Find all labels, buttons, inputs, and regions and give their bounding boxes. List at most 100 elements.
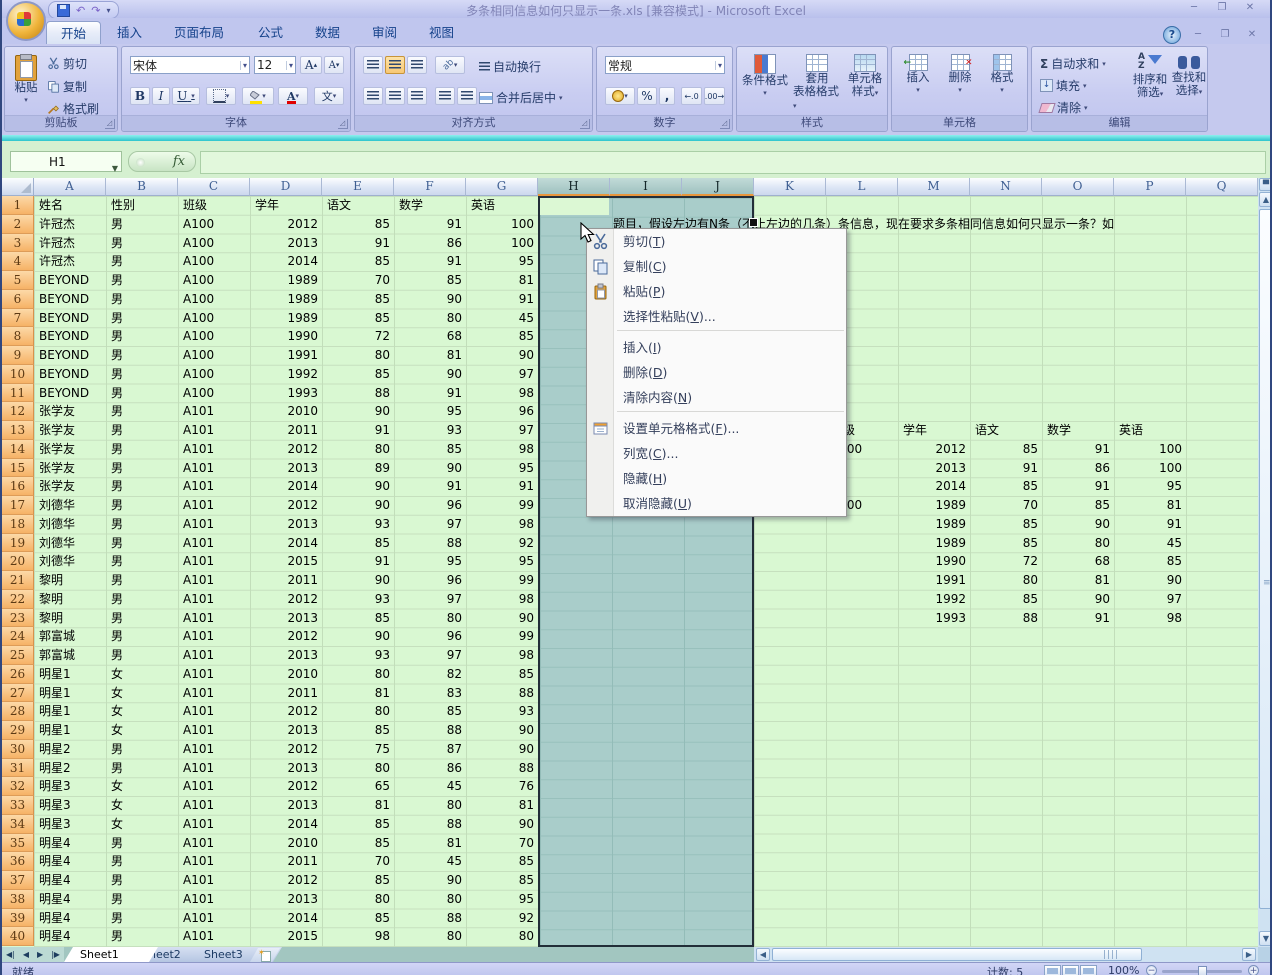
cell-D19[interactable]: 2014 <box>251 534 322 553</box>
cell-G4[interactable]: 95 <box>467 252 538 271</box>
cell-P18[interactable]: 91 <box>1115 515 1186 534</box>
cell-B37[interactable]: 男 <box>107 871 178 890</box>
cell-C17[interactable]: A101 <box>179 496 250 515</box>
row-header-15[interactable]: 15 <box>2 459 34 478</box>
cell-C16[interactable]: A101 <box>179 477 250 496</box>
cell-E4[interactable]: 85 <box>323 252 394 271</box>
column-header-L[interactable]: L <box>826 178 898 196</box>
row-header-13[interactable]: 13 <box>2 421 34 440</box>
cell-B35[interactable]: 男 <box>107 834 178 853</box>
cell-E31[interactable]: 80 <box>323 759 394 778</box>
cell-M23[interactable]: 1993 <box>899 609 970 628</box>
row-header-26[interactable]: 26 <box>2 665 34 684</box>
cell-D4[interactable]: 2014 <box>251 252 322 271</box>
cell-G15[interactable]: 95 <box>467 459 538 478</box>
row-header-10[interactable]: 10 <box>2 365 34 384</box>
cell-G21[interactable]: 99 <box>467 571 538 590</box>
cell-D30[interactable]: 2012 <box>251 740 322 759</box>
cell-A24[interactable]: 郭富城 <box>35 627 106 646</box>
cell-P13[interactable]: 英语 <box>1115 421 1186 440</box>
cell-D3[interactable]: 2013 <box>251 234 322 253</box>
cell-A4[interactable]: 许冠杰 <box>35 252 106 271</box>
shrink-font-button[interactable]: A▾ <box>324 56 344 74</box>
cell-E11[interactable]: 88 <box>323 384 394 403</box>
cell-E10[interactable]: 85 <box>323 365 394 384</box>
cell-F28[interactable]: 85 <box>395 702 466 721</box>
orientation-button[interactable]: ab▾ <box>435 56 465 74</box>
cell-D31[interactable]: 2013 <box>251 759 322 778</box>
insert-cells-button[interactable]: ← 插入▾ <box>898 54 938 97</box>
row-header-21[interactable]: 21 <box>2 571 34 590</box>
cell-A25[interactable]: 郭富城 <box>35 646 106 665</box>
cell-F15[interactable]: 90 <box>395 459 466 478</box>
cell-G17[interactable]: 99 <box>467 496 538 515</box>
cell-A27[interactable]: 明星1 <box>35 684 106 703</box>
cell-G7[interactable]: 45 <box>467 309 538 328</box>
cell-C34[interactable]: A101 <box>179 815 250 834</box>
cell-C7[interactable]: A100 <box>179 309 250 328</box>
cell-C20[interactable]: A101 <box>179 552 250 571</box>
cell-N14[interactable]: 85 <box>971 440 1042 459</box>
row-header-11[interactable]: 11 <box>2 384 34 403</box>
cell-F2[interactable]: 91 <box>395 215 466 234</box>
cell-F34[interactable]: 88 <box>395 815 466 834</box>
cell-D29[interactable]: 2013 <box>251 721 322 740</box>
cell-E35[interactable]: 85 <box>323 834 394 853</box>
cell-B2[interactable]: 男 <box>107 215 178 234</box>
cell-C33[interactable]: A101 <box>179 796 250 815</box>
decrease-decimal-button[interactable]: .00→ <box>704 87 725 105</box>
cell-G36[interactable]: 85 <box>467 852 538 871</box>
context-menu-item[interactable]: 删除(D) <box>587 360 846 385</box>
column-header-C[interactable]: C <box>178 178 250 196</box>
cell-G11[interactable]: 98 <box>467 384 538 403</box>
column-header-O[interactable]: O <box>1042 178 1114 196</box>
cell-F17[interactable]: 96 <box>395 496 466 515</box>
cell-C8[interactable]: A100 <box>179 327 250 346</box>
row-header-31[interactable]: 31 <box>2 759 34 778</box>
cell-P21[interactable]: 90 <box>1115 571 1186 590</box>
cell-G20[interactable]: 95 <box>467 552 538 571</box>
cell-A21[interactable]: 黎明 <box>35 571 106 590</box>
column-header-B[interactable]: B <box>106 178 178 196</box>
number-launcher-icon[interactable]: ◿ <box>720 119 730 129</box>
cell-B38[interactable]: 男 <box>107 890 178 909</box>
cell-B34[interactable]: 女 <box>107 815 178 834</box>
cell-O19[interactable]: 80 <box>1043 534 1114 553</box>
ribbon-tab-7[interactable]: 视图 <box>415 21 468 44</box>
cell-P15[interactable]: 100 <box>1115 459 1186 478</box>
cell-B7[interactable]: 男 <box>107 309 178 328</box>
cell-C37[interactable]: A101 <box>179 871 250 890</box>
cell-A3[interactable]: 许冠杰 <box>35 234 106 253</box>
cell-B30[interactable]: 男 <box>107 740 178 759</box>
cell-B11[interactable]: 男 <box>107 384 178 403</box>
conditional-formatting-button[interactable]: 条件格式▾ <box>741 54 789 100</box>
cell-C29[interactable]: A101 <box>179 721 250 740</box>
cell-B29[interactable]: 女 <box>107 721 178 740</box>
find-select-button[interactable]: 查找和 选择▾ <box>1170 53 1208 99</box>
cell-G35[interactable]: 70 <box>467 834 538 853</box>
cell-D11[interactable]: 1993 <box>251 384 322 403</box>
cell-D35[interactable]: 2010 <box>251 834 322 853</box>
zoom-slider[interactable] <box>1162 970 1242 973</box>
decrease-indent-button[interactable] <box>435 87 455 105</box>
cell-F12[interactable]: 95 <box>395 402 466 421</box>
ribbon-tab-3[interactable]: 页面布局 <box>160 21 238 44</box>
fill-color-button[interactable]: ▾ <box>242 87 274 105</box>
cell-A13[interactable]: 张学友 <box>35 421 106 440</box>
cell-C19[interactable]: A101 <box>179 534 250 553</box>
cell-O15[interactable]: 86 <box>1043 459 1114 478</box>
cell-D2[interactable]: 2012 <box>251 215 322 234</box>
cell-E29[interactable]: 85 <box>323 721 394 740</box>
cell-C30[interactable]: A101 <box>179 740 250 759</box>
cell-F29[interactable]: 88 <box>395 721 466 740</box>
cell-C14[interactable]: A101 <box>179 440 250 459</box>
save-icon[interactable] <box>57 4 70 17</box>
cell-F32[interactable]: 45 <box>395 777 466 796</box>
column-header-I[interactable]: I <box>610 178 682 196</box>
cell-B10[interactable]: 男 <box>107 365 178 384</box>
cell-C24[interactable]: A101 <box>179 627 250 646</box>
column-header-K[interactable]: K <box>754 178 826 196</box>
cell-F20[interactable]: 95 <box>395 552 466 571</box>
row-header-2[interactable]: 2 <box>2 215 34 234</box>
italic-button[interactable]: I <box>152 87 170 105</box>
